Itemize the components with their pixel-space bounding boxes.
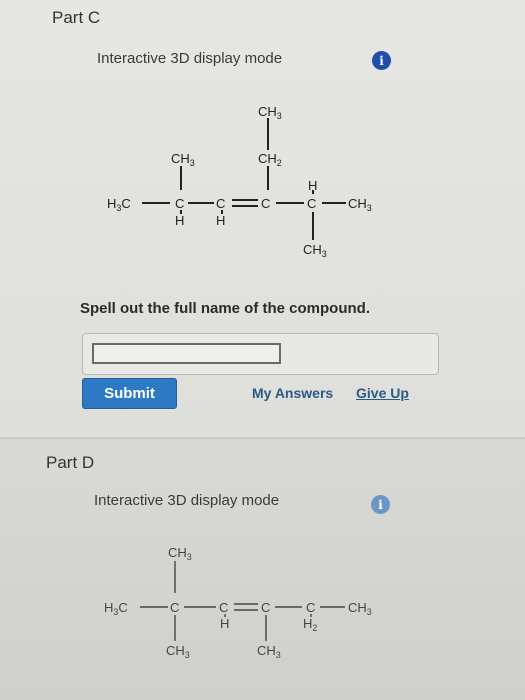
atom-label: C — [175, 196, 184, 211]
atom-label: H — [220, 616, 229, 631]
atom-label: C — [261, 600, 270, 615]
atom-label: CH3 — [348, 600, 372, 617]
answer-box — [82, 333, 439, 375]
part-d-title: Part D — [46, 453, 95, 472]
part-d-3d-mode-label: Interactive 3D display mode — [94, 492, 280, 509]
part-c-panel: Part C Interactive 3D display mode i CH3… — [0, 0, 525, 438]
atom-label: CH3 — [303, 242, 327, 259]
give-up-link[interactable]: Give Up — [356, 385, 409, 401]
atom-label: C — [170, 600, 179, 615]
atom-label: CH3 — [168, 545, 192, 562]
part-d-structural-formula: CH3 H3C C C C C H H2 CH3 CH3 CH3 — [104, 545, 372, 660]
part-d-info-icon[interactable]: i — [371, 495, 390, 514]
atom-label: C — [306, 600, 315, 615]
atom-label: H3C — [104, 600, 128, 617]
atom-label: C — [216, 196, 225, 211]
atom-label: H — [308, 178, 317, 193]
atom-label: CH3 — [257, 643, 281, 660]
atom-label: CH3 — [171, 151, 195, 168]
part-d-panel: Part D Interactive 3D display mode i CH3… — [0, 439, 525, 700]
atom-label: C — [219, 600, 228, 615]
atom-label: H — [216, 213, 225, 228]
atom-label: CH3 — [166, 643, 190, 660]
atom-label: C — [261, 196, 270, 211]
atom-label: H — [175, 213, 184, 228]
compound-name-input[interactable] — [92, 343, 281, 364]
atom-label: CH2 — [258, 151, 282, 168]
submit-button[interactable]: Submit — [82, 378, 177, 409]
part-c-structural-formula: CH3 CH2 CH3 H3C C C C C H H H CH3 CH3 — [107, 104, 372, 259]
atom-label: H2 — [303, 616, 317, 633]
atom-label: H3C — [107, 196, 131, 213]
atom-label: CH3 — [258, 104, 282, 121]
my-answers-link[interactable]: My Answers — [252, 385, 333, 401]
atom-label: CH3 — [348, 196, 372, 213]
atom-label: C — [307, 196, 316, 211]
question-text: Spell out the full name of the compound. — [80, 300, 370, 317]
